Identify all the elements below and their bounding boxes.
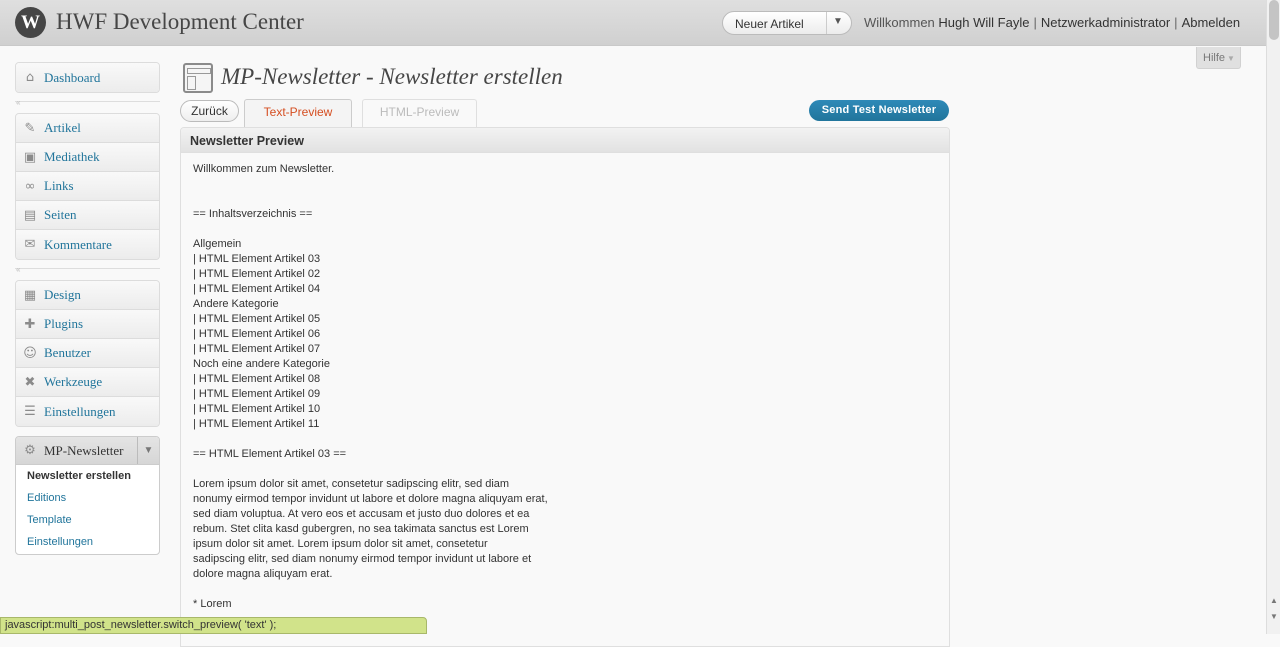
menu-separator bbox=[15, 101, 160, 102]
page-layout-icon bbox=[183, 63, 213, 93]
settings-icon: ☰ bbox=[24, 404, 36, 419]
comment-icon: ✉ bbox=[24, 237, 36, 252]
menu-item-label[interactable]: MP-Newsletter bbox=[44, 443, 123, 459]
tab-text-preview[interactable]: Text-Preview bbox=[244, 99, 352, 127]
help-label[interactable]: Hilfe bbox=[1203, 52, 1225, 64]
submenu-item-editions[interactable]: Editions bbox=[16, 487, 159, 509]
menu-item-seiten[interactable]: ▤ Seiten bbox=[16, 201, 159, 230]
menu-item-label[interactable]: Artikel bbox=[44, 120, 81, 136]
scroll-up-icon[interactable]: ▲ bbox=[1270, 596, 1278, 605]
menu-group-mp-newsletter: ⚙ MP-Newsletter ▼ Newsletter erstellen E… bbox=[15, 436, 160, 555]
submenu-item-template[interactable]: Template bbox=[16, 509, 159, 531]
menu-item-label[interactable]: Seiten bbox=[44, 207, 77, 223]
collapse-arrow-icon[interactable]: « bbox=[16, 265, 20, 274]
collapse-arrow-icon[interactable]: « bbox=[16, 98, 20, 107]
menu-item-label[interactable]: Mediathek bbox=[44, 149, 100, 165]
browser-status-bar: javascript:multi_post_newsletter.switch_… bbox=[0, 617, 427, 634]
tab-html-preview[interactable]: HTML-Preview bbox=[362, 99, 477, 127]
menu-item-label[interactable]: Benutzer bbox=[44, 345, 91, 361]
appearance-icon: ▦ bbox=[23, 287, 37, 303]
submenu-item-newsletter-erstellen[interactable]: Newsletter erstellen bbox=[16, 465, 159, 487]
menu-group-dashboard: ⌂ Dashboard bbox=[15, 62, 160, 93]
plugin-icon: ✚ bbox=[24, 316, 36, 332]
pin-icon: ✎ bbox=[24, 120, 36, 136]
menu-item-einstellungen[interactable]: ☰ Einstellungen bbox=[16, 397, 159, 426]
menu-item-werkzeuge[interactable]: ✖ Werkzeuge bbox=[16, 368, 159, 397]
back-button[interactable]: Zurück bbox=[180, 100, 239, 122]
user-name-link[interactable]: Hugh Will Fayle bbox=[938, 15, 1029, 30]
favorite-action-label[interactable]: Neuer Artikel bbox=[735, 17, 804, 31]
user-info: Willkommen Hugh Will Fayle | Netzwerkadmin… bbox=[864, 15, 1240, 30]
wordpress-logo-icon[interactable]: W bbox=[15, 7, 46, 38]
home-icon: ⌂ bbox=[25, 70, 35, 85]
media-icon: ▣ bbox=[23, 149, 37, 165]
menu-item-label[interactable]: Design bbox=[44, 287, 81, 303]
submenu-item-einstellungen[interactable]: Einstellungen bbox=[16, 531, 159, 553]
welcome-text: Willkommen bbox=[864, 15, 935, 30]
menu-item-plugins[interactable]: ✚ Plugins bbox=[16, 310, 159, 339]
preview-panel-title: Newsletter Preview bbox=[181, 128, 949, 153]
menu-item-artikel[interactable]: ✎ Artikel bbox=[16, 114, 159, 143]
divider: | bbox=[1174, 15, 1178, 30]
menu-item-label[interactable]: Werkzeuge bbox=[44, 374, 102, 390]
page-icon: ▤ bbox=[23, 207, 37, 223]
menu-item-design[interactable]: ▦ Design bbox=[16, 281, 159, 310]
menu-item-benutzer[interactable]: ☺ Benutzer bbox=[16, 339, 159, 368]
scrollbar-thumb[interactable] bbox=[1269, 0, 1279, 40]
admin-header: W HWF Development Center Neuer Artikel ▼… bbox=[0, 0, 1266, 46]
dropdown-divider bbox=[826, 12, 827, 34]
menu-item-mp-newsletter[interactable]: ⚙ MP-Newsletter ▼ bbox=[16, 437, 159, 465]
link-icon: ∞ bbox=[24, 178, 36, 194]
network-admin-link[interactable]: Netzwerkadministrator bbox=[1041, 15, 1170, 30]
menu-item-dashboard[interactable]: ⌂ Dashboard bbox=[16, 63, 159, 92]
newsletter-text-content: Willkommen zum Newsletter. == Inhaltsver… bbox=[193, 163, 548, 610]
send-test-newsletter-button[interactable]: Send Test Newsletter bbox=[809, 100, 949, 121]
menu-item-label[interactable]: Einstellungen bbox=[44, 404, 116, 420]
chevron-down-icon: ▼ bbox=[1227, 54, 1235, 63]
tools-icon: ✖ bbox=[24, 374, 36, 390]
site-title[interactable]: HWF Development Center bbox=[56, 9, 304, 35]
menu-item-label[interactable]: Kommentare bbox=[44, 237, 112, 253]
favorite-actions-dropdown[interactable]: Neuer Artikel ▼ bbox=[722, 11, 852, 35]
menu-separator bbox=[15, 268, 160, 269]
menu-group-content: ✎ Artikel ▣ Mediathek ∞ Links ▤ Seiten ✉ Komm… bbox=[15, 113, 160, 260]
chevron-down-icon[interactable]: ▼ bbox=[833, 16, 843, 27]
gear-icon: ⚙ bbox=[24, 443, 36, 458]
menu-item-label[interactable]: Dashboard bbox=[44, 70, 100, 86]
help-tab[interactable]: Hilfe ▼ bbox=[1196, 47, 1241, 69]
menu-item-links[interactable]: ∞ Links bbox=[16, 172, 159, 201]
menu-group-settings: ▦ Design ✚ Plugins ☺ Benutzer ✖ Werkzeuge ☰ E… bbox=[15, 280, 160, 427]
users-icon: ☺ bbox=[23, 345, 37, 361]
scroll-down-icon[interactable]: ▼ bbox=[1270, 612, 1278, 621]
menu-item-label[interactable]: Plugins bbox=[44, 316, 83, 332]
logout-link[interactable]: Abmelden bbox=[1182, 15, 1241, 30]
newsletter-preview-panel: Newsletter Preview Willkommen zum Newsle… bbox=[180, 127, 950, 647]
divider: | bbox=[1033, 15, 1037, 30]
menu-item-label[interactable]: Links bbox=[44, 178, 74, 194]
menu-item-mediathek[interactable]: ▣ Mediathek bbox=[16, 143, 159, 172]
preview-panel-body: Willkommen zum Newsletter. == Inhaltsver… bbox=[181, 153, 949, 646]
submenu-toggle-icon[interactable]: ▼ bbox=[137, 437, 159, 464]
scrollbar[interactable]: ▲ ▼ bbox=[1266, 0, 1280, 634]
menu-item-kommentare[interactable]: ✉ Kommentare bbox=[16, 230, 159, 259]
page-title: MP-Newsletter - Newsletter erstellen bbox=[221, 64, 563, 89]
